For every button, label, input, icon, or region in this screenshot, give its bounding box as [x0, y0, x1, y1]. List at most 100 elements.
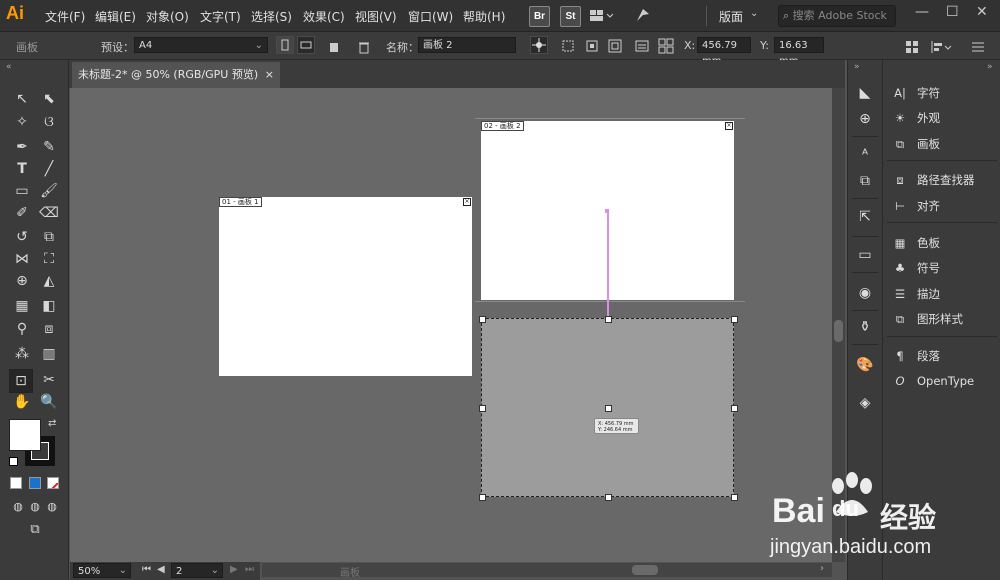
free-transform-tool-icon[interactable]: ⛶ [38, 248, 60, 270]
chevron-down-icon[interactable]: ⌄ [750, 8, 758, 19]
curvature-tool-icon[interactable]: ✎ [38, 136, 60, 158]
gradient-mode-icon[interactable] [29, 477, 41, 489]
y-field[interactable]: 16.63 mm [774, 37, 824, 67]
arrange-documents-icon[interactable] [590, 8, 614, 21]
zoom-select[interactable]: 50% ⌄ [73, 563, 131, 578]
eraser-tool-icon[interactable]: ⌫ [38, 202, 60, 224]
artboard-close-icon[interactable]: × [463, 198, 471, 206]
panel-pathfinder[interactable]: ⧈ 路径查找器 [891, 170, 999, 190]
panel-graphic-styles[interactable]: ⧉ 图形样式 [891, 309, 999, 329]
export-icon[interactable]: ⇱ [856, 208, 874, 226]
panel-swatches[interactable]: ▦ 色板 [891, 233, 999, 253]
panel-character[interactable]: A| 字符 [891, 83, 999, 103]
resize-handle[interactable] [479, 405, 486, 412]
resize-handle[interactable] [731, 316, 738, 323]
arrange-icon[interactable] [905, 39, 919, 58]
fit-artboard-icon[interactable] [607, 38, 623, 58]
artboard-options-icon[interactable] [560, 38, 576, 58]
landscape-button[interactable] [297, 36, 315, 54]
type-tool-icon[interactable]: T [11, 158, 33, 180]
resize-handle[interactable] [479, 316, 486, 323]
pen-tool-icon[interactable]: ✒ [11, 136, 33, 158]
maximize-icon[interactable]: ☐ [946, 4, 959, 20]
x-field[interactable]: 456.79 mm [697, 37, 751, 67]
panel-align[interactable]: ⊢ 对齐 [891, 196, 999, 216]
hand-tool-icon[interactable]: ✋ [11, 391, 33, 413]
artboards-panel-icon[interactable] [634, 38, 650, 58]
fill-swatch[interactable] [9, 419, 41, 451]
resize-handle[interactable] [605, 494, 612, 501]
stock-button[interactable]: St [560, 6, 581, 27]
close-icon[interactable]: ✕ [976, 4, 988, 20]
menu-type[interactable]: 文字(T) [200, 8, 241, 25]
last-artboard-icon[interactable]: ⏭ [245, 564, 254, 575]
panel-stroke[interactable]: ☰ 描边 [891, 284, 999, 304]
color-guide-icon[interactable]: 🎨 [856, 356, 874, 374]
preset-select[interactable]: A4 ⌄ [134, 37, 268, 53]
eyedropper-tool-icon[interactable]: ⚲ [11, 318, 33, 340]
resize-handle[interactable] [731, 494, 738, 501]
artboard-number-select[interactable]: 2 ⌄ [171, 563, 223, 578]
panel-appearance[interactable]: ☀ 外观 [891, 108, 999, 128]
collapse-icon[interactable]: « [6, 62, 12, 72]
portrait-button[interactable] [276, 36, 294, 54]
stock-search-input[interactable]: ⌕ 搜索 Adobe Stock [778, 5, 896, 27]
document-tab[interactable]: 未标题-2* @ 50% (RGB/GPU 预览) × [72, 62, 280, 88]
artboard-close-icon[interactable]: × [725, 122, 733, 130]
artboard-tool-icon[interactable]: ⊡ [9, 369, 33, 393]
shaper-tool-icon[interactable]: ✐ [11, 202, 33, 224]
layers-icon[interactable]: ◈ [856, 394, 874, 412]
artboard-name-field[interactable]: 画板 2 [418, 37, 516, 53]
scroll-thumb[interactable] [632, 565, 658, 575]
width-tool-icon[interactable]: ⋈ [11, 248, 33, 270]
symbol-sprayer-tool-icon[interactable]: ⁂ [11, 343, 33, 365]
panel-paragraph[interactable]: ¶ 段落 [891, 346, 999, 366]
rotate-tool-icon[interactable]: ↺ [11, 226, 33, 248]
menu-object[interactable]: 对象(O) [146, 8, 189, 25]
menu-view[interactable]: 视图(V) [355, 8, 397, 25]
next-artboard-icon[interactable]: ▶ [230, 564, 238, 575]
panel-symbols[interactable]: ♣ 符号 [891, 258, 999, 278]
move-with-artboard-icon[interactable] [530, 36, 548, 54]
delete-artboard-icon[interactable] [357, 39, 371, 58]
artboard-1[interactable]: 01 - 画板 1 × [219, 197, 472, 376]
resize-handle[interactable] [731, 405, 738, 412]
direct-selection-tool-icon[interactable]: ⬉ [38, 88, 60, 110]
character-styles-icon[interactable]: ᴬ [856, 146, 874, 164]
column-graph-tool-icon[interactable]: ▥ [38, 343, 60, 365]
align-options-icon[interactable] [930, 39, 952, 58]
canvas[interactable]: 01 - 画板 1 × 02 - 画板 2 × X: 456.79 mm Y: … [70, 88, 832, 562]
screen-mode-icon[interactable]: ⧉ [24, 519, 46, 541]
horizontal-scrollbar[interactable]: 画板 › [262, 563, 832, 579]
navigator-icon[interactable]: ⊕ [856, 110, 874, 128]
libraries-icon[interactable]: ⚱ [856, 318, 874, 336]
paintbrush-tool-icon[interactable]: 🖌 [38, 180, 60, 202]
none-mode-icon[interactable] [47, 477, 59, 489]
first-artboard-icon[interactable]: ⏮ [142, 564, 151, 575]
mesh-tool-icon[interactable]: ▦ [11, 295, 33, 317]
resize-handle[interactable] [605, 316, 612, 323]
menu-edit[interactable]: 编辑(E) [95, 8, 136, 25]
scale-tool-icon[interactable]: ⧉ [38, 226, 60, 248]
transform-icon[interactable]: ⧉ [856, 172, 874, 190]
menu-window[interactable]: 窗口(W) [408, 8, 453, 25]
zoom-tool-icon[interactable]: 🔍 [38, 391, 60, 413]
lasso-tool-icon[interactable]: ଓ [38, 111, 60, 133]
shape-builder-tool-icon[interactable]: ⊕ [11, 270, 33, 292]
draw-inside-icon[interactable]: ◍ [41, 496, 63, 518]
menu-select[interactable]: 选择(S) [251, 8, 292, 25]
resize-handle[interactable] [479, 494, 486, 501]
perspective-grid-tool-icon[interactable]: ◭ [38, 270, 60, 292]
close-tab-icon[interactable]: × [265, 62, 274, 88]
color-mode-icon[interactable] [10, 477, 22, 489]
rectangle-tool-icon[interactable]: ▭ [11, 180, 33, 202]
line-tool-icon[interactable]: ╱ [38, 158, 60, 180]
panel-opentype[interactable]: O OpenType [891, 371, 999, 391]
default-colors-icon[interactable] [9, 457, 18, 466]
new-artboard-icon[interactable] [328, 39, 342, 58]
slice-tool-icon[interactable]: ✂ [38, 369, 60, 391]
expand-icon[interactable]: » [854, 62, 860, 72]
gradient-icon[interactable]: ▭ [856, 246, 874, 264]
transparency-icon[interactable]: ◉ [856, 284, 874, 302]
scroll-thumb[interactable] [834, 320, 843, 342]
